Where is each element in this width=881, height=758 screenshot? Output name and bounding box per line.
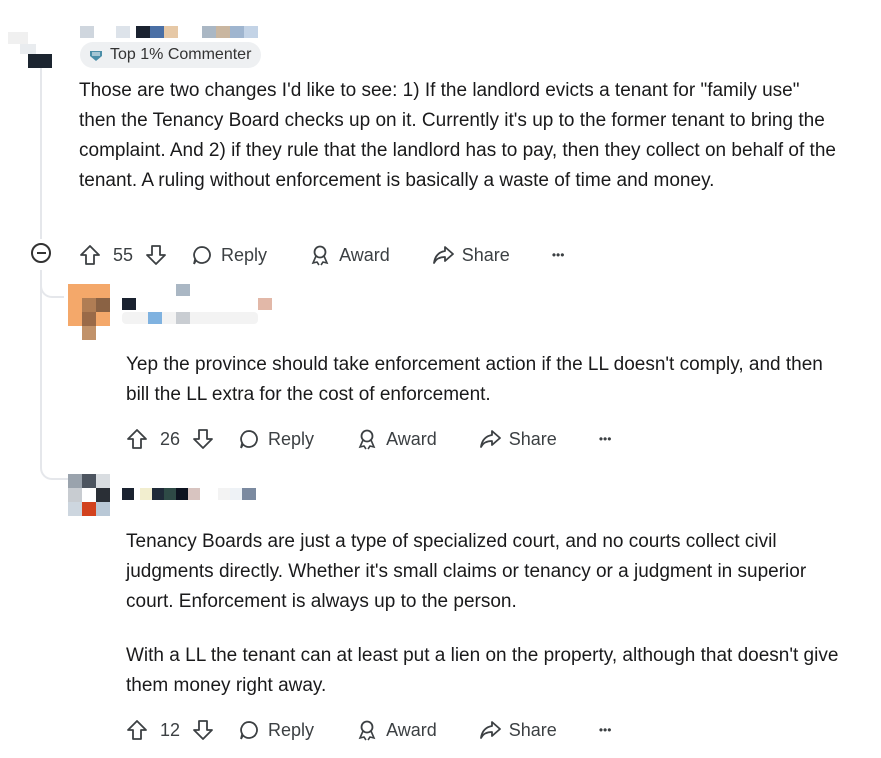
downvote-arrow-icon (192, 719, 214, 741)
downvote-arrow-icon (192, 428, 214, 450)
comment3-avatar[interactable] (68, 474, 110, 516)
thread-line (40, 270, 42, 460)
more-options-icon: ••• (551, 248, 565, 262)
more-options-button[interactable]: ••• (599, 432, 612, 446)
comment1-username-redacted[interactable] (80, 26, 260, 38)
downvote-button[interactable] (145, 244, 167, 266)
upvote-arrow-icon (126, 719, 148, 741)
comment2-username-redacted[interactable] (122, 284, 272, 324)
commenter-flair: Top 1% Commenter (80, 42, 262, 68)
vote-count: 26 (160, 428, 181, 449)
speech-bubble-icon (238, 719, 260, 741)
share-arrow-icon (479, 719, 501, 741)
thread-line (40, 64, 42, 239)
comment1-body: Those are two changes I'd like to see: 1… (79, 80, 836, 191)
award-button[interactable]: Award (309, 244, 390, 266)
flair-label: Top 1% Commenter (110, 46, 252, 63)
comment2-body: Yep the province should take enforcement… (126, 354, 823, 405)
award-ribbon-icon (309, 244, 331, 266)
speech-bubble-icon (238, 428, 260, 450)
share-label: Share (461, 244, 510, 265)
award-label: Award (386, 719, 437, 740)
reply-label: Reply (268, 719, 315, 740)
upvote-arrow-icon (126, 428, 148, 450)
more-options-button[interactable]: ••• (552, 248, 565, 262)
award-label: Award (339, 244, 390, 265)
comment2-avatar[interactable] (68, 284, 110, 340)
more-options-icon: ••• (598, 432, 612, 446)
downvote-button[interactable] (192, 428, 214, 450)
share-button[interactable]: Share (479, 719, 557, 741)
comment2-actions: 26 Reply Award Share ••• (126, 424, 611, 454)
flair-badge-icon (88, 48, 104, 62)
reply-button[interactable]: Reply (238, 719, 314, 741)
reply-button[interactable]: Reply (238, 428, 314, 450)
thread-branch (40, 270, 64, 298)
reply-label: Reply (221, 244, 268, 265)
reply-button[interactable]: Reply (191, 244, 267, 266)
thread-branch (40, 460, 68, 480)
award-ribbon-icon (356, 719, 378, 741)
share-button[interactable]: Share (479, 428, 557, 450)
award-ribbon-icon (356, 428, 378, 450)
comment3-actions: 12 Reply Award Share ••• (126, 715, 611, 745)
downvote-button[interactable] (192, 719, 214, 741)
upvote-button[interactable] (79, 244, 101, 266)
award-button[interactable]: Award (356, 719, 437, 741)
comment3-username-redacted[interactable] (122, 488, 262, 500)
more-options-button[interactable]: ••• (599, 723, 612, 737)
comment1-avatar[interactable] (0, 20, 60, 70)
share-button[interactable]: Share (432, 244, 510, 266)
reply-label: Reply (268, 428, 315, 449)
comment3-body-paragraph-2: With a LL the tenant can at least put a … (126, 645, 839, 696)
share-label: Share (508, 719, 557, 740)
vote-count: 12 (160, 719, 181, 740)
more-options-icon: ••• (598, 723, 612, 737)
upvote-button[interactable] (126, 719, 148, 741)
comment1-actions: 55 Reply Award Share ••• (79, 240, 564, 270)
speech-bubble-icon (191, 244, 213, 266)
upvote-arrow-icon (79, 244, 101, 266)
collapse-thread-button[interactable] (31, 243, 51, 263)
award-label: Award (386, 428, 437, 449)
share-arrow-icon (432, 244, 454, 266)
downvote-arrow-icon (145, 244, 167, 266)
award-button[interactable]: Award (356, 428, 437, 450)
vote-count: 55 (113, 244, 134, 265)
share-arrow-icon (479, 428, 501, 450)
share-label: Share (508, 428, 557, 449)
comment3-body-paragraph-1: Tenancy Boards are just a type of specia… (126, 531, 807, 612)
upvote-button[interactable] (126, 428, 148, 450)
